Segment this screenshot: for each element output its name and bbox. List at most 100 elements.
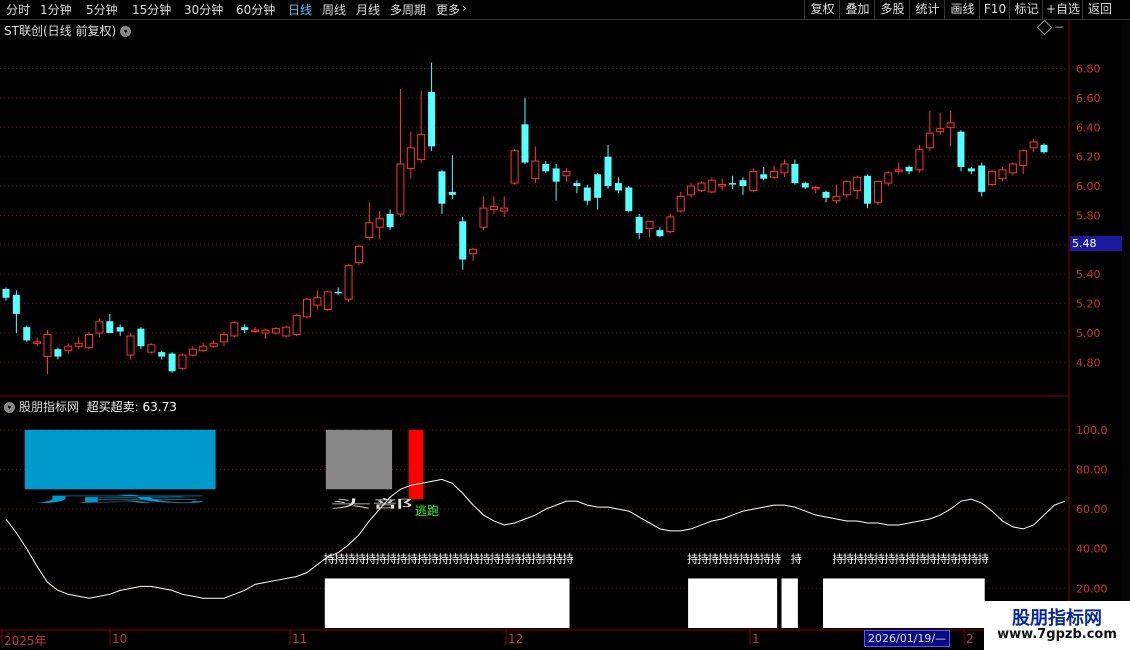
candle-body-down (729, 183, 737, 185)
candle-body-up (873, 181, 882, 203)
kline-chart: 6.806.606.406.206.005.805.605.405.205.00… (0, 20, 1108, 645)
price-tick-label: 5.20 (1076, 298, 1101, 311)
indicator-tick-label: 40.00 (1076, 543, 1108, 556)
candle-body-up (43, 333, 52, 358)
logo-url-text: www.7gpzb.com (997, 627, 1117, 642)
candle-body-down (438, 171, 446, 204)
hold-text: 持 (500, 552, 511, 566)
candle-body-up (199, 345, 208, 352)
hold-text: 持 (355, 552, 366, 566)
candle-body-up (676, 195, 685, 212)
candle-body-up (74, 342, 83, 347)
hold-text: 持 (396, 552, 407, 566)
hold-text: 持 (521, 552, 532, 566)
candle-body-up (562, 170, 571, 177)
candle-body-up (406, 147, 415, 169)
head-text: 头部 (330, 496, 414, 510)
candle-body-down (760, 174, 768, 179)
date-label: 2025年 (4, 634, 47, 648)
escape-text: 逃跑 (415, 504, 439, 518)
candle-body-up (811, 187, 820, 190)
hold-block (781, 578, 798, 628)
bottom-mark-text: 底 (31, 493, 212, 505)
candle-body-down (521, 124, 529, 163)
candle-body-up (313, 297, 322, 306)
candle-body-up (292, 314, 301, 335)
candle-body-down (614, 183, 622, 191)
hold-text: 持 (947, 552, 958, 566)
hold-text: 持 (729, 552, 740, 566)
candle-body-up (219, 333, 228, 343)
candle-body-up (85, 333, 94, 349)
site-logo: 股朋指标网 www.7gpzb.com (984, 601, 1130, 650)
candle-body-down (573, 183, 581, 187)
candle-body-up (323, 291, 332, 311)
candle-body-up (510, 150, 519, 184)
hold-text: 持 (552, 552, 563, 566)
indicator-title: ▾ 股朋指标网 超买超卖: 63.73 (4, 398, 177, 415)
candle-body-up (998, 169, 1007, 180)
candle-body-up (645, 220, 654, 230)
candle-body-up (95, 320, 104, 334)
hold-text: 持 (749, 552, 760, 566)
candle-body-up (469, 248, 478, 255)
candle-body-up (915, 148, 924, 171)
candle-body-up (489, 206, 498, 211)
candle-body-down (106, 321, 114, 334)
price-tick-label: 5.00 (1076, 327, 1101, 340)
candle-body-up (354, 245, 363, 263)
candle-body-down (12, 294, 20, 314)
candle-body-up (687, 185, 696, 196)
hold-text: 持 (718, 552, 729, 566)
candle-body-up (666, 216, 675, 233)
candle-body-up (707, 179, 716, 193)
hold-text: 持 (708, 552, 719, 566)
right-sidebar[interactable] (1122, 20, 1130, 630)
hold-text: 持 (791, 552, 802, 566)
candle-body-up (1008, 163, 1017, 174)
candle-body-up (749, 170, 758, 191)
candle-body-up (178, 354, 187, 369)
candle-body-down (801, 183, 809, 188)
hold-text: 持 (345, 552, 356, 566)
candle-body-down (978, 165, 986, 192)
hold-block (324, 578, 570, 628)
candle-body-up (894, 169, 903, 172)
hold-text: 持 (905, 552, 916, 566)
candle-body-down (168, 353, 176, 372)
hold-text: 持 (417, 552, 428, 566)
candle-body-up (946, 122, 955, 128)
candle-body-up (531, 160, 540, 180)
candle-body-up (344, 264, 353, 300)
cursor-date: 2026/01/19/— (864, 630, 951, 647)
hold-text: 持 (895, 552, 906, 566)
hold-text: 持 (770, 552, 781, 566)
hold-text: 持 (760, 552, 771, 566)
hold-text: 持 (438, 552, 449, 566)
hold-text: 持 (884, 552, 895, 566)
candle-body-up (842, 181, 851, 196)
candle-body-up (188, 348, 197, 356)
candle-body-up (365, 222, 374, 238)
candle-body-up (303, 298, 312, 318)
hold-block (688, 578, 778, 628)
candle-body-up (147, 344, 156, 353)
price-tick-label: 5.80 (1076, 209, 1101, 222)
indicator-tick-label: 60.00 (1076, 503, 1108, 516)
hold-text: 持 (853, 552, 864, 566)
candle-body-up (936, 128, 945, 133)
candle-body-down (158, 352, 166, 357)
date-label: 12 (508, 632, 524, 646)
candle-body-down (116, 327, 124, 332)
candle-body-up (884, 172, 893, 184)
candle-body-up (251, 329, 260, 333)
hold-text: 持 (386, 552, 397, 566)
price-tick-label: 6.80 (1076, 62, 1101, 75)
candle-body-down (583, 187, 591, 201)
chevron-down-icon[interactable]: ▾ (4, 402, 15, 413)
hold-text: 持 (428, 552, 439, 566)
candle-body-up (282, 326, 291, 337)
candle-body-up (64, 345, 73, 352)
hold-text: 持 (448, 552, 459, 566)
candle-body-up (832, 195, 841, 202)
